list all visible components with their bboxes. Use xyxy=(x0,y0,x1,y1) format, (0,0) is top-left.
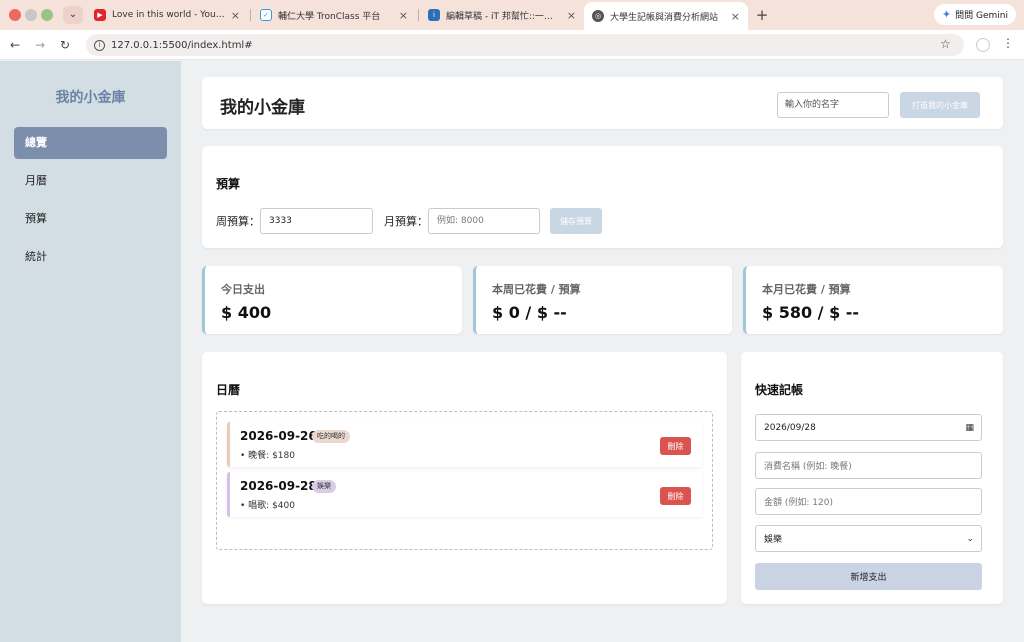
tab-title: 編輯草稿 - iT 邦幫忙::一起幫忙 xyxy=(446,11,561,22)
maximize-window-button[interactable] xyxy=(41,9,53,21)
delete-entry-button[interactable]: 刪除 xyxy=(660,487,691,505)
amount-input[interactable]: 金額 (例如: 120) xyxy=(755,488,982,515)
more-menu-icon[interactable]: ⋮ xyxy=(1002,36,1014,50)
tab-title: 輔仁大學 TronClass 平台 xyxy=(278,11,381,22)
entry-date: 2026-09-28 xyxy=(240,479,317,493)
stat-card-month: 本月已花費 / 預算 $ 580 / $ -- xyxy=(743,266,1003,334)
forward-arrow-icon[interactable]: → xyxy=(31,36,49,54)
youtube-icon: ▶ xyxy=(94,9,106,21)
calendar-card: 日曆 2026-09-26 吃的喝的 • 晚餐: $180 刪除 2026-09… xyxy=(202,352,727,604)
calendar-entry-list: 2026-09-26 吃的喝的 • 晚餐: $180 刪除 2026-09-28… xyxy=(216,411,713,550)
monthly-budget-input[interactable] xyxy=(428,208,540,234)
close-icon[interactable]: × xyxy=(567,9,576,22)
category-select[interactable]: 娛樂 ⌄ xyxy=(755,525,982,552)
quick-entry-title: 快速記帳 xyxy=(755,383,804,397)
delete-entry-button[interactable]: 刪除 xyxy=(660,437,691,455)
add-expense-button[interactable]: 新增支出 xyxy=(755,563,982,590)
stat-value: $ 0 / $ -- xyxy=(492,303,567,322)
stat-value: $ 580 / $ -- xyxy=(762,303,860,322)
sidebar-item-budget[interactable]: 預算 xyxy=(14,203,167,235)
save-budget-button[interactable]: 儲存預算 xyxy=(550,208,602,234)
chevron-down-icon: ⌄ xyxy=(966,533,974,544)
amount-placeholder: 金額 (例如: 120) xyxy=(764,498,833,508)
gemini-label: 問問 Gemini xyxy=(955,11,1008,21)
expense-name-placeholder: 消費名稱 (例如: 晚餐) xyxy=(764,462,852,472)
category-tag: 吃的喝的 xyxy=(312,430,350,443)
tab-divider xyxy=(418,9,419,21)
reload-icon[interactable]: ↻ xyxy=(56,36,74,54)
browser-tab-active[interactable]: ◎ 大學生記帳與消費分析網站 × xyxy=(584,2,748,30)
gemini-button[interactable]: ✦ 問問 Gemini xyxy=(933,4,1016,25)
quick-entry-card: 快速記帳 2026/09/28 ▦ 消費名稱 (例如: 晚餐) 金額 (例如: … xyxy=(741,352,1003,604)
stat-label: 本月已花費 / 預算 xyxy=(762,283,851,296)
back-arrow-icon[interactable]: ← xyxy=(6,36,24,54)
expense-name-input[interactable]: 消費名稱 (例如: 晚餐) xyxy=(755,452,982,479)
globe-icon: ◎ xyxy=(592,10,604,22)
profile-avatar-icon[interactable] xyxy=(976,38,990,52)
name-input[interactable] xyxy=(777,92,889,118)
stat-value: $ 400 xyxy=(221,303,272,322)
tab-divider xyxy=(250,9,251,21)
browser-toolbar: ← → ↻ i 127.0.0.1:5500/index.html# ☆ ⋮ xyxy=(0,30,1024,60)
tab-title: 大學生記帳與消費分析網站 xyxy=(610,12,719,23)
url-text: 127.0.0.1:5500/index.html# xyxy=(111,39,253,51)
browser-tab-youtube[interactable]: ▶ Love in this world - YouTube × xyxy=(86,4,248,26)
ithome-icon: i xyxy=(428,9,440,21)
browser-tab-ithome[interactable]: i 編輯草稿 - iT 邦幫忙::一起幫忙 × xyxy=(420,4,584,26)
entry-detail: • 唱歌: $400 xyxy=(240,501,295,511)
tab-search-chevron-icon[interactable]: ⌄ xyxy=(63,6,83,24)
entry-detail: • 晚餐: $180 xyxy=(240,451,295,461)
date-value: 2026/09/28 xyxy=(764,422,816,433)
sidebar-item-calendar[interactable]: 月曆 xyxy=(14,165,167,197)
budget-title: 預算 xyxy=(216,177,241,191)
gemini-sparkle-icon: ✦ xyxy=(941,8,952,21)
minimize-window-button[interactable] xyxy=(25,9,37,21)
create-vault-button[interactable]: 打造我的小金庫 xyxy=(900,92,980,118)
new-tab-plus-icon[interactable]: + xyxy=(753,6,771,24)
budget-card: 預算 周預算： 月預算： 儲存預算 xyxy=(202,146,1003,248)
close-icon[interactable]: × xyxy=(399,9,408,22)
sidebar-item-overview[interactable]: 總覽 xyxy=(14,127,167,159)
page-title: 我的小金庫 xyxy=(220,98,305,118)
stat-label: 本周已花費 / 預算 xyxy=(492,283,581,296)
address-bar[interactable]: i 127.0.0.1:5500/index.html# xyxy=(86,34,964,56)
monthly-budget-label: 月預算： xyxy=(384,215,428,228)
calendar-entry: 2026-09-28 娛樂 • 唱歌: $400 刪除 xyxy=(227,472,702,517)
calendar-title: 日曆 xyxy=(216,383,241,397)
tronclass-icon: ✓ xyxy=(260,9,272,21)
stat-label: 今日支出 xyxy=(221,283,265,296)
sidebar-item-stats[interactable]: 統計 xyxy=(14,241,167,273)
stat-card-today: 今日支出 $ 400 xyxy=(202,266,462,334)
calendar-icon[interactable]: ▦ xyxy=(965,423,974,433)
site-info-icon[interactable]: i xyxy=(94,39,105,51)
close-icon[interactable]: × xyxy=(231,9,240,22)
stat-card-week: 本周已花費 / 預算 $ 0 / $ -- xyxy=(473,266,732,334)
sidebar: 我的小金庫 總覽 月曆 預算 統計 xyxy=(0,61,181,642)
category-value: 娛樂 xyxy=(764,535,783,545)
close-window-button[interactable] xyxy=(9,9,21,21)
weekly-budget-input[interactable] xyxy=(260,208,373,234)
browser-tab-tronclass[interactable]: ✓ 輔仁大學 TronClass 平台 × xyxy=(252,4,416,26)
header-card: 我的小金庫 打造我的小金庫 xyxy=(202,77,1003,129)
sidebar-brand: 我的小金庫 xyxy=(55,90,126,106)
weekly-budget-label: 周預算： xyxy=(216,215,260,228)
close-icon[interactable]: × xyxy=(731,10,740,23)
tab-title: Love in this world - YouTube xyxy=(112,10,225,20)
bookmark-star-icon[interactable]: ☆ xyxy=(940,37,951,51)
browser-tab-bar: ⌄ ▶ Love in this world - YouTube × ✓ 輔仁大… xyxy=(0,0,1024,30)
category-tag: 娛樂 xyxy=(312,480,336,493)
date-input[interactable]: 2026/09/28 ▦ xyxy=(755,414,982,441)
calendar-entry: 2026-09-26 吃的喝的 • 晚餐: $180 刪除 xyxy=(227,422,702,467)
entry-date: 2026-09-26 xyxy=(240,429,317,443)
